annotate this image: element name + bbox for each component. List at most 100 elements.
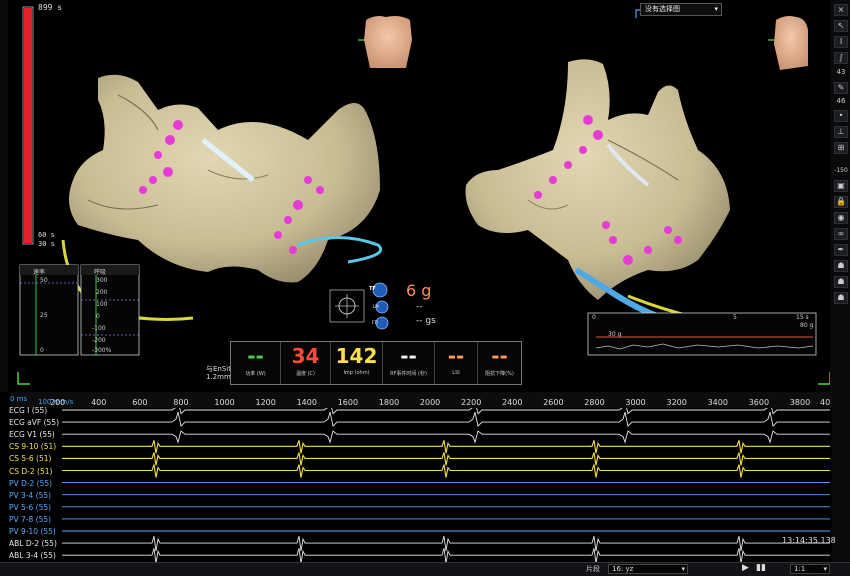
rf-impedance-drop-value: -- bbox=[491, 344, 508, 368]
respiration-title: 呼吸 bbox=[93, 269, 106, 276]
draw-tool-icon[interactable]: ✎ bbox=[834, 82, 848, 94]
channel-label: PV D-2 (55) bbox=[9, 478, 53, 488]
torso-view-3-icon[interactable]: ☗ bbox=[834, 292, 848, 304]
cursor-tool-icon[interactable]: I bbox=[834, 36, 848, 48]
rf-event-time-value: -- bbox=[400, 344, 417, 368]
channel-label: PV 3-4 (55) bbox=[9, 490, 52, 500]
channel-label: CS 5-6 (51) bbox=[9, 454, 52, 464]
mapping-view[interactable]: 899 s 60 s 30 s 没有选择图 ▾ 速率 呼吸 50 25 0 30… bbox=[8, 0, 830, 392]
signal-strip[interactable] bbox=[0, 392, 832, 564]
channel-label: ECG aVF (55) bbox=[9, 418, 59, 428]
time-tick: 2600 bbox=[543, 398, 564, 407]
contact-dash2: -- gs bbox=[416, 316, 436, 326]
rf-temperature-caption: 温度 (C) bbox=[296, 371, 315, 377]
time-tick: 3000 bbox=[625, 398, 646, 407]
rf-impedance: 142 Imp (ohm) bbox=[331, 342, 383, 384]
timer-30s: 30 s bbox=[38, 240, 55, 248]
layer-tool-icon[interactable]: ▣ bbox=[834, 180, 848, 192]
channel-label: ABL D-2 (55) bbox=[9, 539, 57, 549]
ratio-dropdown[interactable]: 1:1 ▾ bbox=[790, 564, 830, 574]
rf-power-caption: 功率 (W) bbox=[245, 371, 266, 377]
time-tick: 400 bbox=[91, 398, 107, 407]
timer-value: 899 s bbox=[38, 3, 63, 12]
link-icon[interactable]: ∞ bbox=[834, 228, 848, 240]
ratio-value: 1:1 bbox=[794, 565, 806, 573]
inset-t0: 0 bbox=[592, 314, 596, 321]
rf-event-time-caption: RF事件时间 (秒) bbox=[390, 371, 427, 377]
pen-tool-icon[interactable]: ✒ bbox=[834, 244, 848, 256]
rate-tick-50: 50 bbox=[40, 277, 48, 284]
ruler-tool-icon[interactable]: ⊥ bbox=[834, 126, 848, 138]
map-canvas[interactable] bbox=[8, 0, 830, 392]
signal-clock: 13:14:35.138 bbox=[782, 536, 836, 545]
lock-icon[interactable]: 🔒 bbox=[834, 196, 848, 208]
resp-tick-neg200: -200 bbox=[92, 337, 106, 344]
grid-tool-icon[interactable]: ⊞ bbox=[834, 142, 848, 154]
torso-view-icon[interactable]: ☗ bbox=[834, 260, 848, 272]
map-select-dropdown[interactable]: 没有选择图 ▾ bbox=[640, 3, 722, 16]
rate-tick-0: 0 bbox=[40, 347, 44, 354]
time-tick: 2000 bbox=[419, 398, 441, 407]
contact-force-reticle bbox=[329, 282, 389, 330]
inset-s30: 30 g bbox=[608, 331, 622, 338]
resp-tick-200: 200 bbox=[96, 289, 108, 296]
torso-view-2-icon[interactable]: ☗ bbox=[834, 276, 848, 288]
channel-label: CS D-2 (51) bbox=[9, 466, 53, 476]
chevron-down-icon: ▾ bbox=[823, 565, 827, 573]
play-icon[interactable]: ▶ bbox=[742, 563, 749, 573]
resp-tick-300: 300 bbox=[96, 277, 108, 284]
resp-tick-neg300: -300% bbox=[92, 347, 112, 354]
fti-badge: FTI bbox=[372, 320, 378, 325]
torso-orientation-right bbox=[768, 16, 808, 70]
channel-label: ECG I (55) bbox=[9, 406, 48, 415]
time-tick: 1600 bbox=[337, 398, 359, 407]
time-tick: 2200 bbox=[461, 398, 482, 407]
rf-temperature: 34 温度 (C) bbox=[281, 342, 331, 384]
time-tick: 1000 bbox=[214, 398, 235, 407]
point-tool-icon[interactable]: • bbox=[834, 110, 848, 122]
rf-power: -- 功率 (W) bbox=[231, 342, 281, 384]
channel-label: ECG V1 (55) bbox=[9, 430, 55, 440]
time-tick: 3200 bbox=[666, 398, 687, 407]
rf-power-value: -- bbox=[247, 344, 264, 368]
lm-badge: LM bbox=[373, 304, 379, 309]
pause-icon[interactable]: ▮▮ bbox=[756, 563, 766, 573]
contact-force-value: 6 g bbox=[406, 281, 432, 300]
toolbar-number-46: 46 bbox=[836, 97, 846, 105]
time-tick: 1400 bbox=[296, 398, 317, 407]
rf-parameters: -- 功率 (W) 34 温度 (C) 142 Imp (ohm) -- RF事… bbox=[230, 341, 522, 385]
segment-dropdown[interactable]: 16: yz ▾ bbox=[608, 564, 688, 574]
time-tick: 600 bbox=[132, 398, 148, 407]
time-tick: 1800 bbox=[378, 398, 400, 407]
time-tick: 800 bbox=[173, 398, 189, 407]
rf-lsi-caption: LSI bbox=[452, 370, 460, 376]
resp-tick-neg100: -100 bbox=[92, 325, 106, 332]
chevron-down-icon: ▾ bbox=[714, 5, 718, 13]
segment-value: 16: yz bbox=[612, 565, 634, 573]
channel-trace bbox=[62, 411, 830, 428]
bottom-bar: 片段 16: yz ▾ ▶ ▮▮ 1:1 ▾ bbox=[0, 562, 850, 576]
toolbar-close[interactable]: × bbox=[834, 4, 848, 16]
inset-t5: 5 bbox=[733, 314, 737, 321]
select-tool-icon[interactable]: ↖ bbox=[834, 20, 848, 32]
rf-impedance-drop: -- 阻抗下降(%) bbox=[478, 342, 521, 384]
right-atrium-map bbox=[465, 59, 730, 300]
time-tick: 2800 bbox=[584, 398, 605, 407]
contact-dash1: -- bbox=[416, 302, 423, 312]
eye-icon[interactable]: ◉ bbox=[834, 212, 848, 224]
ruler-start: 0 ms bbox=[10, 395, 28, 403]
force-inset-plot bbox=[587, 312, 817, 356]
channel-label: CS 9-10 (51) bbox=[9, 442, 57, 452]
time-tick: 40 bbox=[820, 398, 831, 407]
signal-traces bbox=[62, 399, 830, 564]
curve-tool-icon[interactable]: ∫ bbox=[834, 52, 848, 64]
inset-t15: 15 s bbox=[796, 314, 809, 321]
channel-trace bbox=[62, 452, 830, 466]
torso-orientation-left bbox=[358, 16, 412, 68]
rate-tick-25: 25 bbox=[40, 312, 48, 319]
rf-temperature-value: 34 bbox=[291, 344, 320, 368]
channel-trace bbox=[62, 464, 830, 478]
timer-60s: 60 s bbox=[38, 231, 55, 239]
time-tick: 3800 bbox=[789, 398, 811, 407]
rf-impedance-value: 142 bbox=[335, 344, 378, 368]
